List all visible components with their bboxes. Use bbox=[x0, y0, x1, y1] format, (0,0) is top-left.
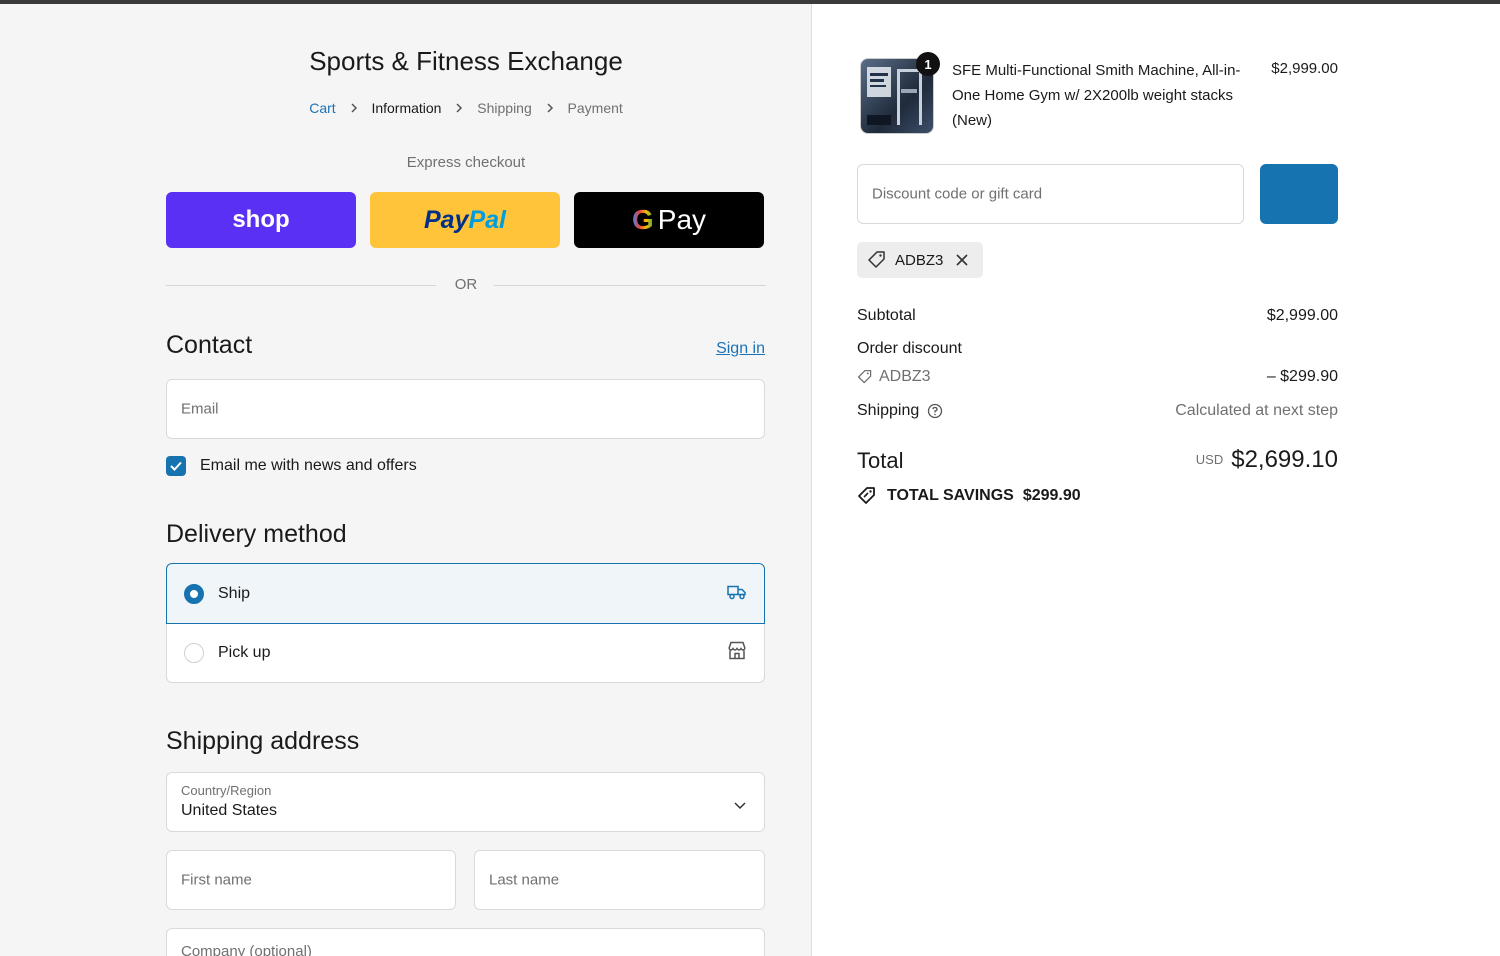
pickup-label: Pick up bbox=[218, 644, 271, 661]
order-discount-label: Order discount bbox=[857, 340, 962, 357]
total-label: Total bbox=[857, 448, 904, 473]
contact-heading: Contact bbox=[166, 331, 253, 359]
savings-tag-icon bbox=[858, 487, 875, 504]
pickup-radio[interactable] bbox=[184, 643, 204, 663]
shop-pay-button[interactable]: shop bbox=[166, 192, 356, 248]
or-label: OR bbox=[454, 276, 478, 293]
email-input[interactable]: Email bbox=[166, 379, 765, 439]
newsletter-checkbox[interactable] bbox=[166, 456, 186, 476]
help-icon[interactable] bbox=[927, 403, 943, 419]
country-label: Country/Region bbox=[181, 783, 272, 798]
total-value-wrap: USD $2,699.10 bbox=[1196, 446, 1338, 474]
last-name-placeholder: Last name bbox=[489, 871, 560, 889]
discount-code-input[interactable]: Discount code or gift card bbox=[857, 164, 1244, 224]
subtotal-value: $2,999.00 bbox=[1266, 307, 1338, 324]
subtotal-row: Subtotal $2,999.00 bbox=[857, 307, 1338, 325]
breadcrumb-information: Information bbox=[371, 100, 442, 116]
delivery-method-options: Ship Pick up bbox=[166, 563, 765, 683]
shipping-value: Calculated at next step bbox=[1175, 402, 1338, 419]
newsletter-checkbox-row[interactable]: Email me with news and offers bbox=[166, 456, 417, 476]
tag-icon bbox=[867, 250, 887, 270]
total-value: $2,699.10 bbox=[1231, 446, 1338, 473]
chevron-right-icon bbox=[546, 101, 554, 116]
country-value: United States bbox=[181, 802, 278, 819]
google-pay-label: Pay bbox=[657, 204, 707, 235]
newsletter-label: Email me with news and offers bbox=[200, 457, 417, 474]
paypal-button[interactable]: Pay Pal bbox=[370, 192, 560, 248]
breadcrumb-payment: Payment bbox=[567, 100, 623, 116]
chevron-down-icon bbox=[734, 797, 746, 814]
savings-value: $299.90 bbox=[1022, 487, 1081, 504]
store-icon bbox=[726, 641, 748, 666]
ship-radio[interactable] bbox=[184, 583, 204, 604]
discount-value: – $299.90 bbox=[1266, 368, 1338, 385]
last-name-input[interactable]: Last name bbox=[474, 850, 765, 910]
or-divider: OR bbox=[166, 274, 766, 296]
shop-pay-label: shop bbox=[232, 206, 290, 233]
order-discount-row: Order discount bbox=[857, 340, 1338, 358]
paypal-label-pay: Pay bbox=[423, 205, 469, 234]
applied-code: ADBZ3 bbox=[895, 251, 944, 269]
breadcrumb-cart[interactable]: Cart bbox=[309, 100, 335, 116]
product-price: $2,999.00 bbox=[1271, 60, 1338, 77]
company-placeholder: Company (optional) bbox=[181, 943, 312, 956]
first-name-placeholder: First name bbox=[181, 871, 252, 889]
express-checkout-label: Express checkout bbox=[406, 154, 526, 171]
truck-icon bbox=[726, 582, 748, 605]
company-input[interactable]: Company (optional) bbox=[166, 928, 765, 956]
delivery-option-ship[interactable]: Ship bbox=[166, 563, 765, 624]
product-title: SFE Multi-Functional Smith Machine, All-… bbox=[952, 62, 1241, 129]
sign-in-link[interactable]: Sign in bbox=[716, 340, 765, 358]
tag-icon bbox=[857, 369, 872, 384]
store-name[interactable]: Sports & Fitness Exchange bbox=[166, 46, 766, 77]
shipping-label: Shipping bbox=[857, 402, 920, 419]
order-summary-pane bbox=[812, 4, 1500, 956]
first-name-input[interactable]: First name bbox=[166, 850, 456, 910]
discount-placeholder: Discount code or gift card bbox=[872, 185, 1043, 203]
applied-discount-chip: ADBZ3 bbox=[857, 242, 983, 278]
quantity-badge: 1 bbox=[916, 52, 940, 76]
apply-discount-button[interactable] bbox=[1260, 164, 1338, 224]
currency-code: USD bbox=[1195, 452, 1224, 467]
total-savings: TOTAL SAVINGS $299.90 bbox=[857, 486, 1081, 506]
breadcrumb-shipping: Shipping bbox=[477, 100, 532, 116]
breadcrumb: Cart Information Shipping Payment bbox=[166, 100, 766, 116]
paypal-label-pal: Pal bbox=[468, 205, 506, 234]
country-select[interactable]: Country/Region United States bbox=[166, 772, 765, 832]
savings-label: TOTAL SAVINGS bbox=[887, 487, 1014, 504]
chevron-right-icon bbox=[350, 101, 358, 116]
discount-code-row: ADBZ3 – $299.90 bbox=[857, 368, 1338, 390]
ship-label: Ship bbox=[218, 584, 251, 602]
subtotal-label: Subtotal bbox=[857, 307, 916, 324]
shipping-row: Shipping Calculated at next step bbox=[857, 402, 1338, 420]
discount-code: ADBZ3 bbox=[879, 368, 931, 385]
checkmark-icon bbox=[170, 461, 182, 471]
shipping-address-heading: Shipping address bbox=[166, 727, 360, 755]
discount-code-line: ADBZ3 bbox=[857, 368, 931, 386]
close-icon[interactable] bbox=[955, 253, 969, 267]
google-pay-button[interactable]: G Pay bbox=[574, 192, 764, 248]
shipping-label-wrap: Shipping bbox=[857, 402, 943, 420]
delivery-option-pickup[interactable]: Pick up bbox=[166, 624, 765, 683]
email-placeholder: Email bbox=[181, 400, 219, 418]
delivery-method-heading: Delivery method bbox=[166, 520, 347, 548]
chevron-right-icon bbox=[455, 101, 463, 116]
google-g-icon: G bbox=[631, 204, 654, 235]
